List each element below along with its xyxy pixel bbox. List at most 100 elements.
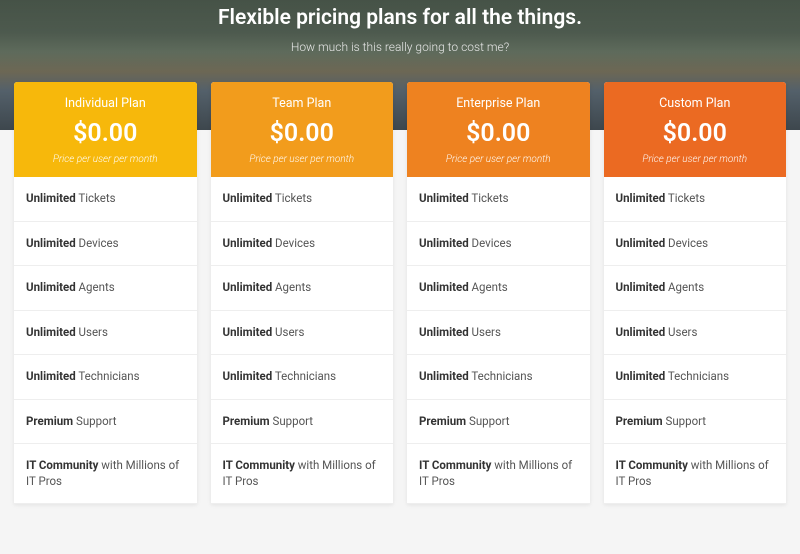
feature-rest: Agents [76, 280, 115, 294]
plan-feature-item: Unlimited Technicians [14, 355, 197, 400]
feature-rest: Tickets [469, 191, 509, 205]
feature-strong: Unlimited [419, 280, 469, 294]
feature-strong: Unlimited [616, 280, 666, 294]
plan-feature-item: IT Community with Millions of IT Pros [14, 444, 197, 504]
plan-name: Team Plan [219, 96, 386, 111]
feature-rest: Technicians [76, 369, 140, 383]
plan-price: $0.00 [219, 119, 386, 148]
feature-strong: Unlimited [419, 236, 469, 250]
plan-feature-item: Unlimited Agents [14, 266, 197, 311]
plan-feature-item: Unlimited Technicians [407, 355, 590, 400]
plan-feature-item: Unlimited Users [407, 311, 590, 356]
feature-strong: IT Community [26, 458, 98, 472]
pricing-plan-card[interactable]: Individual Plan $0.00 Price per user per m… [14, 82, 197, 504]
plan-header: Custom Plan $0.00 Price per user per month [604, 82, 787, 177]
plan-feature-item: IT Community with Millions of IT Pros [211, 444, 394, 504]
plan-price-note: Price per user per month [415, 154, 582, 165]
plan-feature-list: Unlimited TicketsUnlimited DevicesUnlimi… [604, 177, 787, 504]
plan-name: Custom Plan [612, 96, 779, 111]
plan-price-note: Price per user per month [612, 154, 779, 165]
feature-rest: Tickets [76, 191, 116, 205]
page-title: Flexible pricing plans for all the thing… [0, 6, 800, 30]
feature-strong: Unlimited [616, 369, 666, 383]
plan-feature-item: Unlimited Users [604, 311, 787, 356]
pricing-plan-card[interactable]: Team Plan $0.00 Price per user per month Un… [211, 82, 394, 504]
plan-feature-item: Unlimited Agents [407, 266, 590, 311]
feature-strong: Unlimited [419, 325, 469, 339]
feature-strong: Unlimited [26, 325, 76, 339]
plan-price: $0.00 [612, 119, 779, 148]
feature-strong: Unlimited [419, 191, 469, 205]
plan-feature-list: Unlimited TicketsUnlimited DevicesUnlimi… [407, 177, 590, 504]
feature-strong: Premium [223, 414, 270, 428]
feature-rest: Support [270, 414, 313, 428]
feature-rest: Tickets [665, 191, 705, 205]
feature-rest: Users [272, 325, 304, 339]
feature-rest: Users [665, 325, 697, 339]
feature-strong: Premium [419, 414, 466, 428]
feature-strong: IT Community [419, 458, 491, 472]
plan-feature-item: Unlimited Tickets [604, 177, 787, 222]
plan-feature-item: Unlimited Users [211, 311, 394, 356]
feature-rest: Agents [665, 280, 704, 294]
feature-strong: Unlimited [616, 236, 666, 250]
feature-strong: Unlimited [419, 369, 469, 383]
pricing-plans-row: Individual Plan $0.00 Price per user per m… [0, 82, 800, 504]
plan-feature-item: IT Community with Millions of IT Pros [407, 444, 590, 504]
feature-strong: Unlimited [223, 236, 273, 250]
feature-strong: Premium [616, 414, 663, 428]
feature-rest: Agents [272, 280, 311, 294]
feature-strong: Unlimited [223, 280, 273, 294]
pricing-plan-card[interactable]: Enterprise Plan $0.00 Price per user per m… [407, 82, 590, 504]
plan-feature-item: Unlimited Agents [604, 266, 787, 311]
feature-strong: Unlimited [26, 236, 76, 250]
plan-header: Individual Plan $0.00 Price per user per m… [14, 82, 197, 177]
plan-name: Individual Plan [22, 96, 189, 111]
plan-feature-item: Unlimited Devices [14, 222, 197, 267]
feature-strong: Unlimited [616, 191, 666, 205]
feature-strong: Unlimited [223, 369, 273, 383]
plan-feature-item: Unlimited Users [14, 311, 197, 356]
feature-rest: Agents [469, 280, 508, 294]
plan-header: Team Plan $0.00 Price per user per month [211, 82, 394, 177]
plan-feature-item: Unlimited Devices [407, 222, 590, 267]
feature-strong: Unlimited [26, 280, 76, 294]
plan-price-note: Price per user per month [22, 154, 189, 165]
plan-feature-item: Unlimited Technicians [211, 355, 394, 400]
feature-rest: Technicians [272, 369, 336, 383]
feature-strong: Unlimited [26, 191, 76, 205]
plan-feature-item: Premium Support [407, 400, 590, 445]
plan-price: $0.00 [22, 119, 189, 148]
plan-feature-item: Unlimited Devices [211, 222, 394, 267]
plan-name: Enterprise Plan [415, 96, 582, 111]
feature-rest: Devices [469, 236, 512, 250]
feature-strong: IT Community [223, 458, 295, 472]
plan-price-note: Price per user per month [219, 154, 386, 165]
plan-feature-item: Premium Support [604, 400, 787, 445]
feature-strong: Unlimited [26, 369, 76, 383]
plan-feature-item: Unlimited Tickets [211, 177, 394, 222]
plan-feature-item: Unlimited Tickets [14, 177, 197, 222]
plan-feature-item: Premium Support [14, 400, 197, 445]
plan-feature-item: Unlimited Technicians [604, 355, 787, 400]
plan-price: $0.00 [415, 119, 582, 148]
plan-feature-item: IT Community with Millions of IT Pros [604, 444, 787, 504]
feature-rest: Tickets [272, 191, 312, 205]
plan-feature-item: Premium Support [211, 400, 394, 445]
feature-strong: IT Community [616, 458, 688, 472]
feature-rest: Users [76, 325, 108, 339]
page-subtitle: How much is this really going to cost me… [0, 40, 800, 54]
feature-rest: Devices [76, 236, 119, 250]
feature-rest: Technicians [469, 369, 533, 383]
pricing-plan-card[interactable]: Custom Plan $0.00 Price per user per month… [604, 82, 787, 504]
plan-feature-list: Unlimited TicketsUnlimited DevicesUnlimi… [14, 177, 197, 504]
feature-strong: Premium [26, 414, 73, 428]
feature-rest: Devices [272, 236, 315, 250]
feature-rest: Support [73, 414, 116, 428]
feature-strong: Unlimited [616, 325, 666, 339]
plan-feature-item: Unlimited Devices [604, 222, 787, 267]
feature-strong: Unlimited [223, 325, 273, 339]
feature-strong: Unlimited [223, 191, 273, 205]
feature-rest: Support [466, 414, 509, 428]
plan-feature-item: Unlimited Tickets [407, 177, 590, 222]
